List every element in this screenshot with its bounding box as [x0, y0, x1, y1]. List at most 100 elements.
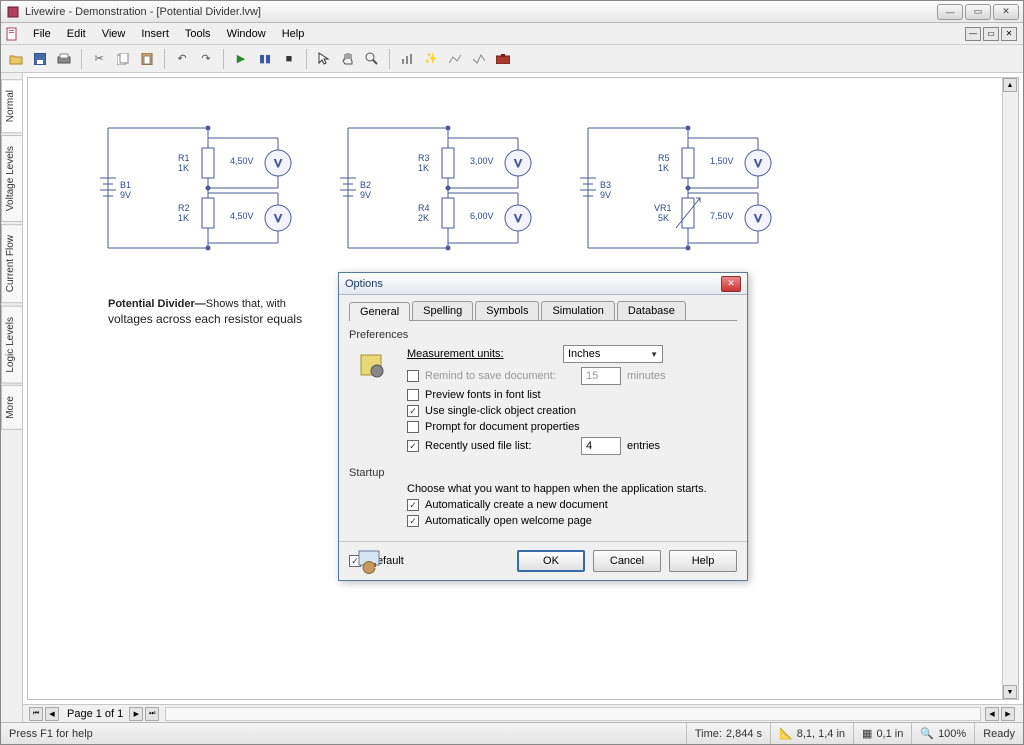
toolbox-icon[interactable]: [492, 48, 514, 70]
recent-spinner[interactable]: 4: [581, 437, 621, 455]
grid-icon: ▦: [862, 727, 872, 740]
redo-icon[interactable]: ↷: [195, 48, 217, 70]
circuit-2: V V B2 9V R3 1K 3,00V R4 2K: [318, 98, 548, 268]
page-last-icon[interactable]: ⏭: [145, 707, 159, 721]
paste-icon[interactable]: [136, 48, 158, 70]
help-button[interactable]: Help: [669, 550, 737, 572]
tab-voltage-levels[interactable]: Voltage Levels: [1, 135, 22, 222]
horizontal-scrollbar: ⏮ ◀ Page 1 of 1 ▶ ⏭ ◀ ▶: [23, 704, 1023, 722]
tab-general[interactable]: General: [349, 302, 410, 321]
tab-spelling[interactable]: Spelling: [412, 301, 473, 320]
pointer-icon[interactable]: [313, 48, 335, 70]
measurement-label: Measurement units:: [407, 348, 557, 360]
prompt-checkbox[interactable]: [407, 421, 419, 433]
mdi-close-button[interactable]: ✕: [1001, 27, 1017, 41]
tab-current-flow[interactable]: Current Flow: [1, 224, 22, 303]
graph2-icon[interactable]: [468, 48, 490, 70]
vertical-scrollbar[interactable]: ▲ ▼: [1002, 78, 1018, 699]
wizard-icon[interactable]: ✨: [420, 48, 442, 70]
tab-database[interactable]: Database: [617, 301, 686, 320]
remind-label: Remind to save document:: [425, 370, 575, 382]
scroll-right-icon[interactable]: ▶: [1001, 707, 1015, 721]
hscroll-track[interactable]: [165, 707, 981, 721]
auto-welcome-checkbox[interactable]: [407, 515, 419, 527]
measurement-combo[interactable]: Inches▼: [563, 345, 663, 363]
page-indicator: Page 1 of 1: [67, 708, 123, 720]
dialog-titlebar[interactable]: Options ✕: [339, 273, 747, 295]
copy-icon[interactable]: [112, 48, 134, 70]
svg-text:V: V: [514, 158, 522, 170]
prompt-label: Prompt for document properties: [425, 421, 580, 433]
scroll-up-icon[interactable]: ▲: [1003, 78, 1017, 92]
play-icon[interactable]: ▶: [230, 48, 252, 70]
auto-new-checkbox[interactable]: [407, 499, 419, 511]
menu-tools[interactable]: Tools: [177, 24, 219, 44]
recent-checkbox[interactable]: [407, 440, 419, 452]
save-icon[interactable]: [29, 48, 51, 70]
print-icon[interactable]: [53, 48, 75, 70]
singleclick-checkbox[interactable]: [407, 405, 419, 417]
svg-text:V: V: [274, 158, 282, 170]
startup-hint: Choose what you want to happen when the …: [407, 483, 707, 495]
maximize-button[interactable]: ▭: [965, 4, 991, 20]
page-prev-icon[interactable]: ◀: [45, 707, 59, 721]
status-time: Time:2,844 s: [686, 723, 770, 744]
mdi-minimize-button[interactable]: —: [965, 27, 981, 41]
side-tabs: Normal Voltage Levels Current Flow Logic…: [1, 73, 23, 722]
doc-heading: Potential Divider—Shows that, with: [108, 296, 286, 310]
cancel-button[interactable]: Cancel: [593, 550, 661, 572]
undo-icon[interactable]: ↶: [171, 48, 193, 70]
zoom-icon[interactable]: [361, 48, 383, 70]
scroll-down-icon[interactable]: ▼: [1003, 685, 1017, 699]
startup-icon: [355, 547, 387, 579]
menu-view[interactable]: View: [94, 24, 134, 44]
dialog-tabs: General Spelling Symbols Simulation Data…: [349, 301, 737, 321]
status-coords: 📐8,1, 1,4 in: [770, 723, 853, 744]
prefs-heading: Preferences: [349, 329, 737, 341]
page-next-icon[interactable]: ▶: [129, 707, 143, 721]
menu-edit[interactable]: Edit: [59, 24, 94, 44]
cut-icon[interactable]: ✂: [88, 48, 110, 70]
status-help: Press F1 for help: [1, 723, 686, 744]
tab-more[interactable]: More: [1, 385, 22, 430]
status-zoom: 🔍100%: [911, 723, 974, 744]
status-grid: ▦0,1 in: [853, 723, 911, 744]
scroll-left-icon[interactable]: ◀: [985, 707, 999, 721]
circuit-1: V V B1 9V R1 1K 4,50V R2 1K: [78, 98, 308, 268]
minimize-button[interactable]: —: [937, 4, 963, 20]
auto-welcome-label: Automatically open welcome page: [425, 515, 592, 527]
menu-file[interactable]: File: [25, 24, 59, 44]
auto-new-label: Automatically create a new document: [425, 499, 608, 511]
tab-normal[interactable]: Normal: [1, 79, 22, 133]
recent-label: Recently used file list:: [425, 440, 575, 452]
stop-icon[interactable]: ■: [278, 48, 300, 70]
tab-symbols[interactable]: Symbols: [475, 301, 539, 320]
window-title: Livewire - Demonstration - [Potential Di…: [25, 6, 937, 18]
titlebar[interactable]: Livewire - Demonstration - [Potential Di…: [1, 1, 1023, 23]
menu-help[interactable]: Help: [274, 24, 313, 44]
toolbar: ✂ ↶ ↷ ▶ ▮▮ ■ ✨: [1, 45, 1023, 73]
graph1-icon[interactable]: [444, 48, 466, 70]
ruler-icon: 📐: [779, 727, 793, 740]
circuit-3: V V B3 9V R5 1K 1,50V VR1 5K: [558, 98, 788, 268]
pan-icon[interactable]: [337, 48, 359, 70]
tab-logic-levels[interactable]: Logic Levels: [1, 306, 22, 384]
dialog-title: Options: [345, 278, 721, 290]
chart-icon[interactable]: [396, 48, 418, 70]
open-icon[interactable]: [5, 48, 27, 70]
tab-simulation[interactable]: Simulation: [541, 301, 614, 320]
pause-icon[interactable]: ▮▮: [254, 48, 276, 70]
remind-checkbox: [407, 370, 419, 382]
menu-window[interactable]: Window: [219, 24, 274, 44]
page-first-icon[interactable]: ⏮: [29, 707, 43, 721]
menu-insert[interactable]: Insert: [133, 24, 177, 44]
preview-checkbox[interactable]: [407, 389, 419, 401]
prefs-icon: [355, 349, 387, 381]
dialog-close-button[interactable]: ✕: [721, 276, 741, 292]
svg-text:V: V: [274, 213, 282, 225]
preview-label: Preview fonts in font list: [425, 389, 541, 401]
ok-button[interactable]: OK: [517, 550, 585, 572]
close-button[interactable]: ✕: [993, 4, 1019, 20]
mdi-restore-button[interactable]: ▭: [983, 27, 999, 41]
zoom-status-icon: 🔍: [920, 727, 934, 740]
